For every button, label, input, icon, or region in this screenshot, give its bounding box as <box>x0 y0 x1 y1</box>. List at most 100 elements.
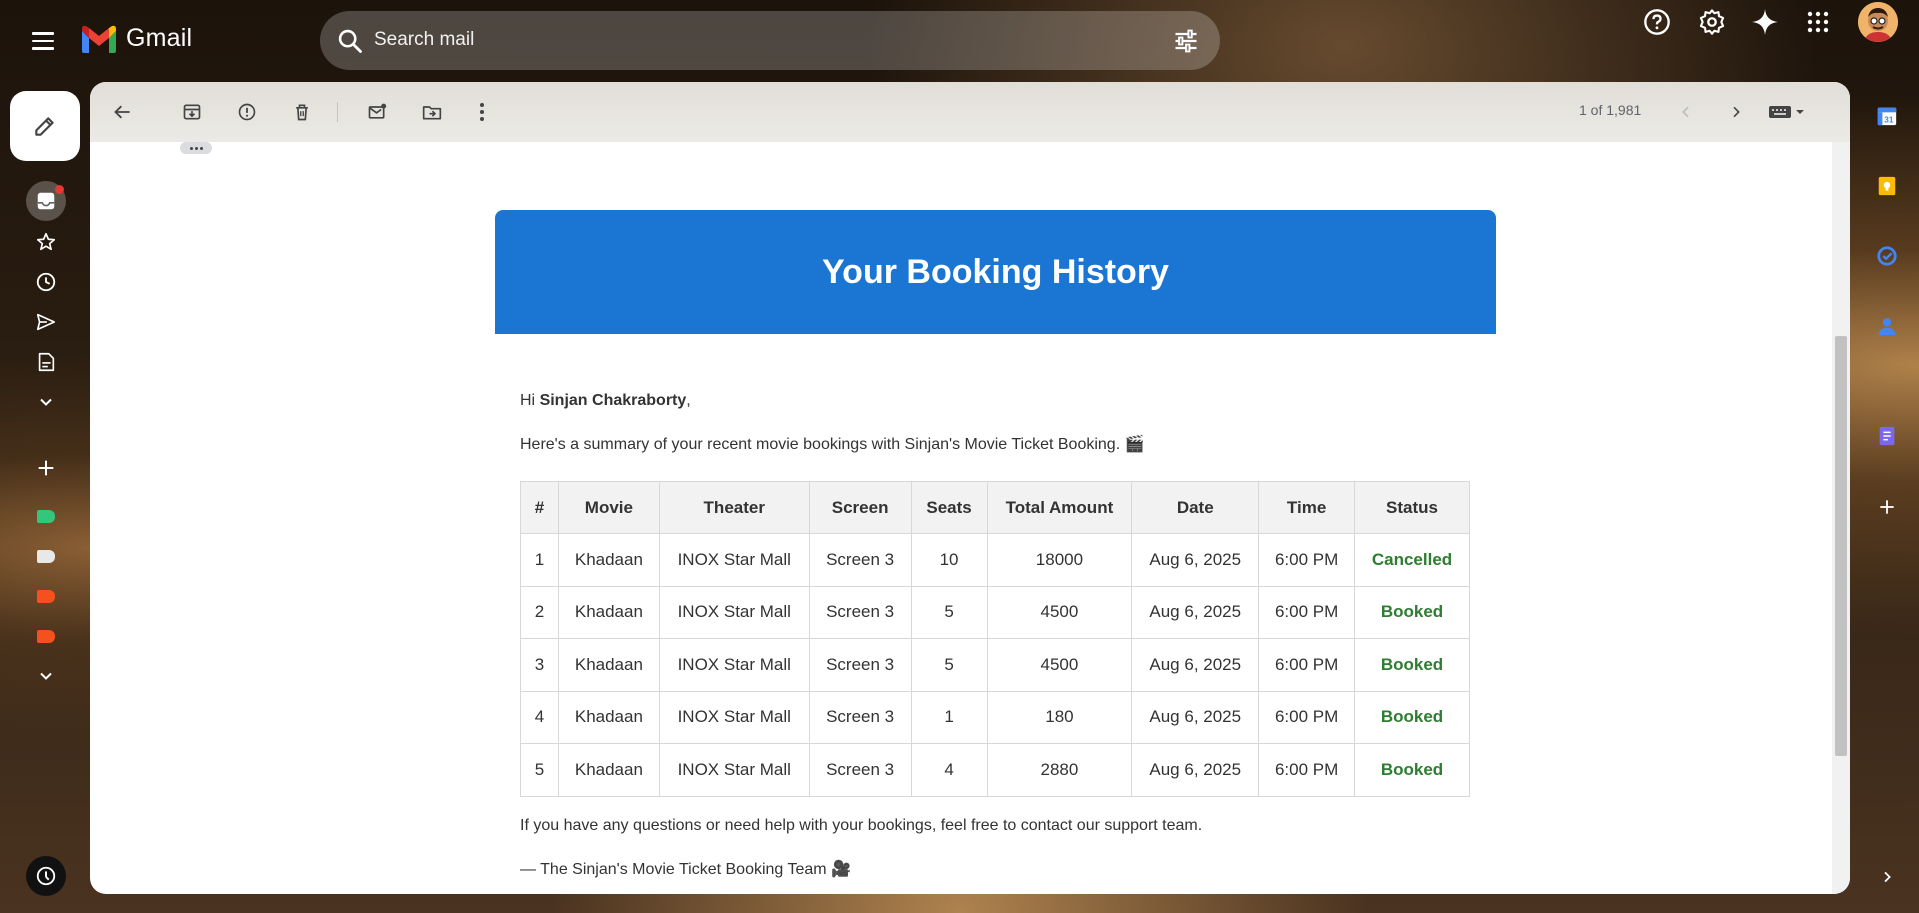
gmail-logo[interactable]: Gmail <box>80 24 192 53</box>
mark-unread-icon[interactable] <box>361 96 393 128</box>
gemini-sparkle-icon[interactable] <box>1743 0 1787 44</box>
star-icon[interactable] <box>26 222 66 262</box>
table-cell: Khadaan <box>557 638 660 692</box>
chevron-down-icon[interactable] <box>26 656 66 696</box>
column-header: Total Amount <box>986 481 1133 534</box>
table-cell: Aug 6, 2025 <box>1131 638 1260 692</box>
column-header: Movie <box>557 481 660 534</box>
table-cell: 4500 <box>986 638 1133 692</box>
table-cell: 2880 <box>986 743 1133 797</box>
search-icon[interactable] <box>336 27 364 55</box>
column-header: Seats <box>910 481 988 534</box>
apps-grid-icon[interactable] <box>1796 0 1840 44</box>
delete-trash-icon[interactable] <box>286 96 318 128</box>
status-cell: Booked <box>1354 743 1470 797</box>
table-cell: Khadaan <box>557 743 660 797</box>
top-bar: Gmail <box>0 0 1919 80</box>
table-cell: Screen 3 <box>808 533 912 587</box>
pagination-count: 1 of 1,981 <box>1579 102 1642 118</box>
table-cell: Screen 3 <box>808 743 912 797</box>
email-banner: Your Booking History <box>495 210 1496 334</box>
table-cell: 1 <box>910 690 988 744</box>
table-cell: 18000 <box>986 533 1133 587</box>
menu-icon-bar <box>32 39 54 43</box>
table-cell: Khadaan <box>557 585 660 639</box>
unread-dot <box>55 185 64 194</box>
plus-icon[interactable] <box>26 448 66 488</box>
plus-icon[interactable] <box>1872 492 1902 522</box>
column-header: Theater <box>658 481 810 534</box>
compose-button[interactable] <box>10 91 80 161</box>
app-name: Gmail <box>126 24 193 52</box>
settings-gear-icon[interactable] <box>1690 0 1734 44</box>
gmail-m-icon <box>82 25 116 53</box>
label-tag-red[interactable] <box>37 630 55 643</box>
table-cell: 10 <box>910 533 988 587</box>
send-icon[interactable] <box>26 302 66 342</box>
clock-icon[interactable] <box>26 262 66 302</box>
keyboard-input-icon[interactable] <box>1762 96 1812 128</box>
table-cell: Aug 6, 2025 <box>1131 690 1260 744</box>
help-icon[interactable] <box>1635 0 1679 44</box>
table-cell: Screen 3 <box>808 585 912 639</box>
label-tag-white[interactable] <box>37 550 55 563</box>
message-toolbar: 1 of 1,981 <box>90 82 1850 142</box>
table-cell: 180 <box>986 690 1133 744</box>
email-signoff: — The Sinjan's Movie Ticket Booking Team… <box>520 861 851 878</box>
label-tag-green[interactable] <box>37 510 55 523</box>
chevron-right-icon[interactable] <box>1872 862 1902 892</box>
status-cell: Cancelled <box>1354 533 1470 587</box>
show-trimmed-content-button[interactable] <box>180 142 212 154</box>
table-cell: Aug 6, 2025 <box>1131 533 1260 587</box>
scrollbar-thumb[interactable] <box>1835 336 1847 756</box>
search-options-icon[interactable] <box>1172 27 1200 55</box>
email-summary: Here's a summary of your recent movie bo… <box>520 436 1145 453</box>
table-cell: INOX Star Mall <box>658 585 810 639</box>
svg-text:31: 31 <box>1884 115 1894 124</box>
move-to-folder-icon[interactable] <box>416 96 448 128</box>
chevron-right-icon[interactable] <box>1720 96 1752 128</box>
calendar-icon[interactable]: 31 <box>1872 101 1902 131</box>
forms-icon[interactable] <box>1872 421 1902 451</box>
column-header: Date <box>1131 481 1260 534</box>
scrollbar[interactable] <box>1832 142 1850 894</box>
status-cell: Booked <box>1354 585 1470 639</box>
archive-icon[interactable] <box>176 96 208 128</box>
tasks-icon[interactable] <box>1872 241 1902 271</box>
more-vert-icon[interactable] <box>466 96 498 128</box>
chevron-down-icon[interactable] <box>26 382 66 422</box>
search-bar <box>320 11 1220 70</box>
support-button[interactable] <box>26 856 66 896</box>
keep-icon[interactable] <box>1872 171 1902 201</box>
message-panel: 1 of 1,981 Your Booking History Hi Sinja… <box>90 82 1850 894</box>
label-tag-red[interactable] <box>37 590 55 603</box>
column-header: Time <box>1258 481 1356 534</box>
report-spam-icon[interactable] <box>231 96 263 128</box>
menu-icon-bar <box>32 32 54 35</box>
table-cell: 2 <box>520 585 559 639</box>
main-menu-button[interactable] <box>24 24 64 58</box>
table-header-row: # Movie Theater Screen Seats Total Amoun… <box>520 481 1470 534</box>
account-avatar[interactable] <box>1858 2 1898 42</box>
search-input[interactable] <box>374 23 1134 57</box>
table-cell: INOX Star Mall <box>658 533 810 587</box>
table-cell: Aug 6, 2025 <box>1131 585 1260 639</box>
table-cell: 6:00 PM <box>1258 585 1356 639</box>
table-row: 1 Khadaan INOX Star Mall Screen 3 10 180… <box>520 533 1470 587</box>
table-cell: 3 <box>520 638 559 692</box>
table-row: 2 Khadaan INOX Star Mall Screen 3 5 4500… <box>520 585 1470 639</box>
email-greeting: Hi Sinjan Chakraborty, <box>520 392 691 410</box>
recipient-name: Sinjan Chakraborty <box>539 392 687 409</box>
inbox-icon[interactable] <box>26 181 66 221</box>
booking-history-table: # Movie Theater Screen Seats Total Amoun… <box>520 481 1470 797</box>
contacts-icon[interactable] <box>1872 311 1902 341</box>
table-cell: 5 <box>910 638 988 692</box>
table-cell: 5 <box>520 743 559 797</box>
table-cell: 1 <box>520 533 559 587</box>
draft-icon[interactable] <box>26 342 66 382</box>
table-cell: 4500 <box>986 585 1133 639</box>
back-arrow-icon[interactable] <box>107 96 139 128</box>
status-cell: Booked <box>1354 690 1470 744</box>
table-cell: Screen 3 <box>808 690 912 744</box>
chevron-left-icon[interactable] <box>1670 96 1702 128</box>
